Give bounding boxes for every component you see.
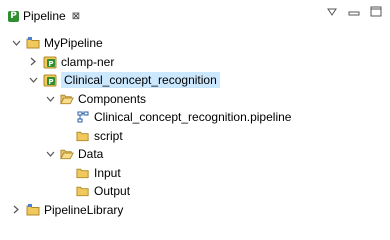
project-folder-icon [26,36,40,50]
tree-item-label: Output [94,183,131,198]
tree-item-components[interactable]: Components [44,89,146,108]
pipeline-project-icon: P [43,73,57,87]
folder-icon [76,184,90,198]
chevron-down-icon[interactable] [44,89,56,108]
folder-open-icon [60,92,74,106]
chevron-right-icon[interactable] [27,52,39,71]
chevron-down-icon[interactable] [10,33,22,52]
view-toolbar [326,6,382,18]
svg-text:P: P [48,60,53,68]
pipeline-tree: MyPipeline P clamp-ner P Clinical_concep… [0,30,390,217]
svg-text:P: P [48,78,53,86]
view-menu-icon[interactable] [326,6,338,18]
maximize-icon[interactable] [370,6,382,18]
minimize-icon[interactable] [348,6,360,18]
pipeline-file-icon [76,110,90,124]
tree-item-label: MyPipeline [44,35,103,50]
tree-item-data[interactable]: Data [44,144,103,163]
tree-item-label: Clinical_concept_recognition.pipeline [94,109,292,124]
view-tab-bar: P Pipeline ⊠ [0,0,390,30]
tree-item-clinical-concept-recognition[interactable]: P Clinical_concept_recognition [27,70,220,89]
folder-icon [76,129,90,143]
folder-open-icon [60,147,74,161]
tree-item-label: script [94,128,123,143]
tree-item-pipeline-file[interactable]: Clinical_concept_recognition.pipeline [60,107,291,126]
tree-item-label: Clinical_concept_recognition [61,71,220,88]
tree-item-input[interactable]: Input [60,163,121,182]
tree-item-label: Components [78,91,147,106]
chevron-down-icon[interactable] [27,70,39,89]
pipeline-tab-icon: P [8,10,19,22]
tree-item-label: clamp-ner [61,54,115,69]
tree-item-clamp-ner[interactable]: P clamp-ner [27,52,114,71]
tree-item-label: PipelineLibrary [44,202,124,217]
pipeline-tab[interactable]: P Pipeline ⊠ [4,4,86,28]
tree-item-label: Data [78,146,104,161]
folder-icon [76,166,90,180]
tree-item-mypipeline[interactable]: MyPipeline [10,33,103,52]
tree-item-pipelinelibrary[interactable]: PipelineLibrary [10,200,123,219]
chevron-right-icon[interactable] [10,200,22,219]
project-folder-icon [26,203,40,217]
pipeline-tab-title: Pipeline [23,9,66,23]
tree-item-label: Input [94,165,121,180]
tree-item-output[interactable]: Output [60,181,130,200]
pipeline-project-icon: P [43,55,57,69]
chevron-down-icon[interactable] [44,144,56,163]
close-icon[interactable]: ⊠ [72,11,80,22]
tree-item-script[interactable]: script [60,126,123,145]
